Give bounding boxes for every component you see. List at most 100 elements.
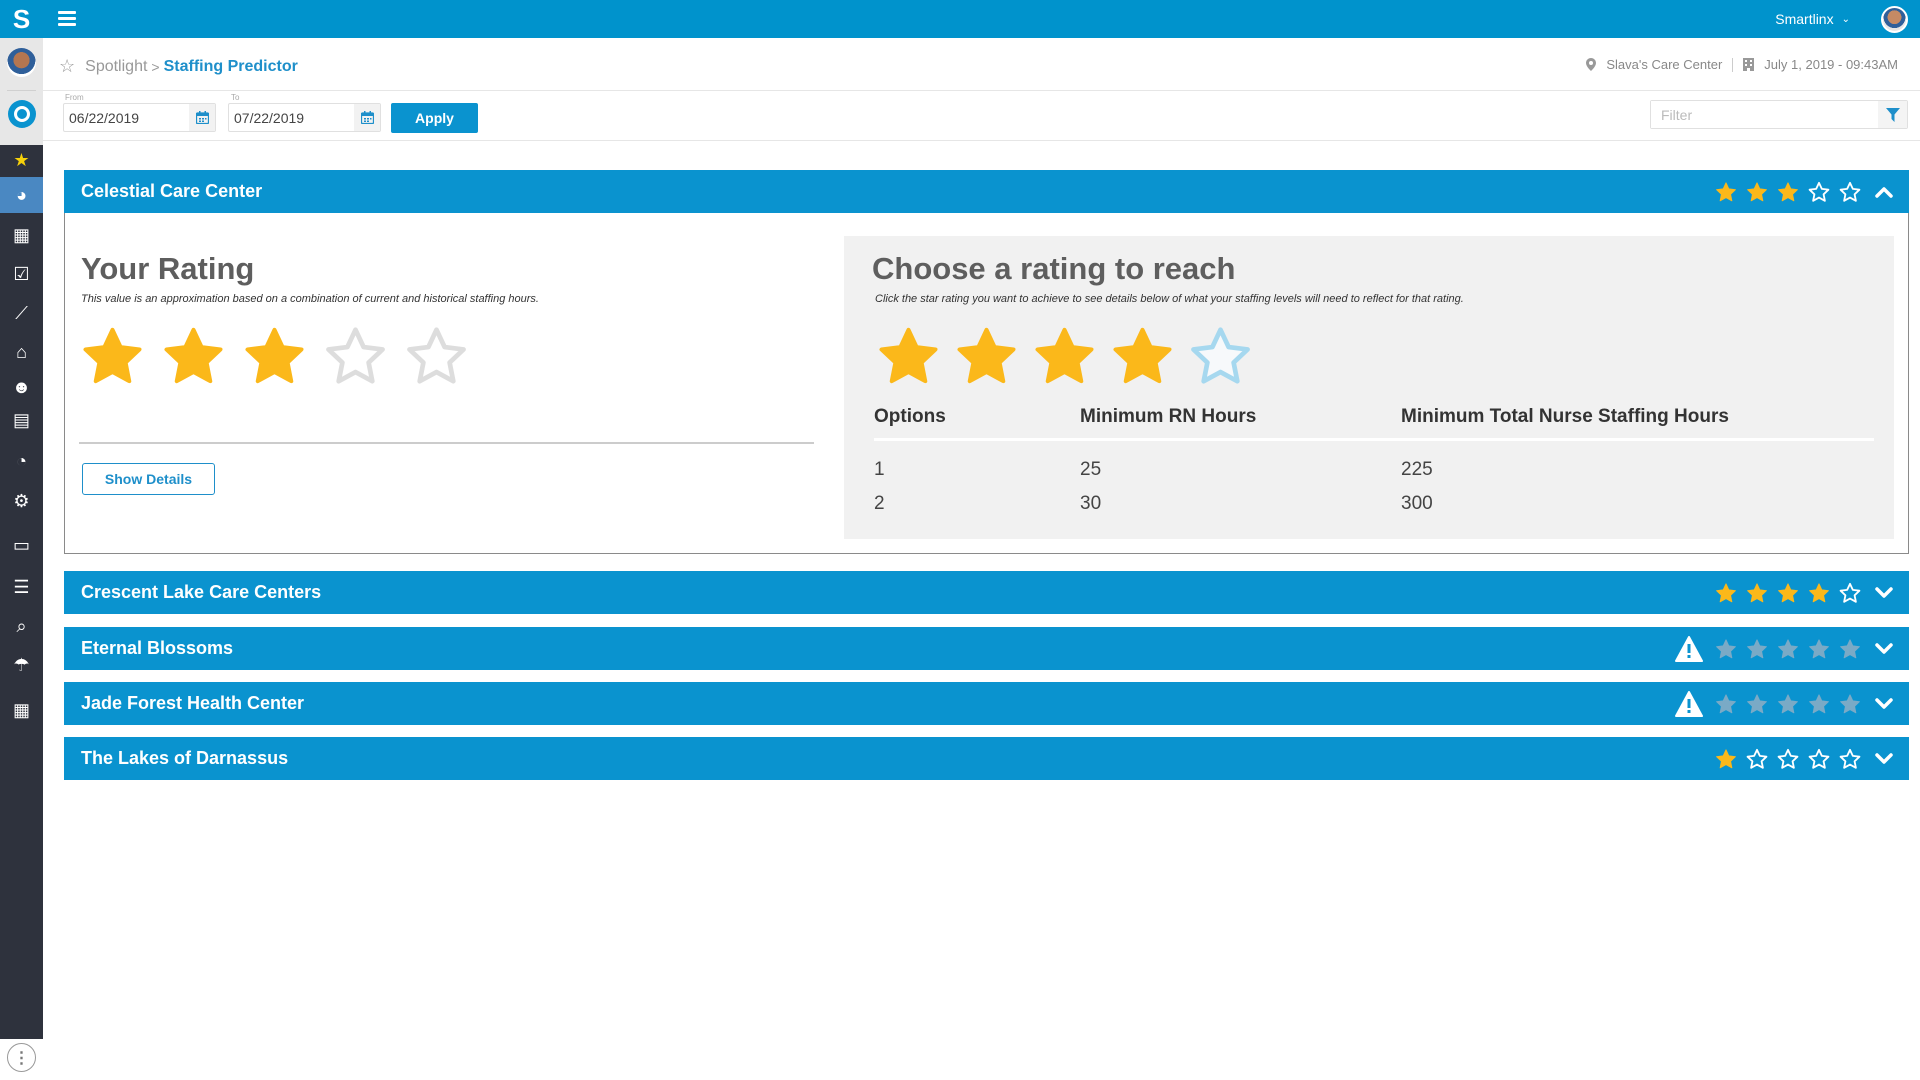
facility-panel-header[interactable]: Eternal Blossoms [64,627,1909,670]
sidebar-item-bank[interactable]: ⌂ [0,334,43,370]
app-logo[interactable]: S [0,0,43,38]
avatar[interactable] [1881,6,1908,33]
target-star-empty-icon[interactable] [1189,325,1252,387]
sidebar-item-grid[interactable]: ▦ [0,692,43,728]
facility-detail-panel: Your Rating This value is an approximati… [64,213,1909,554]
column-header: Minimum RN Hours [1080,406,1401,441]
apply-button[interactable]: Apply [391,103,478,133]
chevron-down-icon: ⌄ [1841,13,1850,25]
star-rating [1715,748,1861,770]
to-date-input[interactable] [229,104,354,131]
chevron-down-icon[interactable] [1869,744,1899,774]
facility-name: Celestial Care Center [81,181,263,201]
sidebar-item-settings[interactable]: ⚙ [0,483,43,519]
sidebar-item-id-card[interactable]: ▭ [0,527,43,563]
your-rating-title: Your Rating [81,251,255,286]
star-filled-icon [1716,748,1736,768]
star-filled-icon [1809,582,1829,602]
facility-panel-header[interactable]: Celestial Care Center [64,170,1909,213]
facility-rating-summary [1715,571,1899,614]
filter-funnel-icon[interactable] [1878,101,1907,128]
breadcrumb-bar: ☆ Spotlight > Staffing Predictor Slava's… [43,38,1920,91]
facility-name: Crescent Lake Care Centers [81,582,322,602]
sidebar-item-pie-chart[interactable]: ◕ [0,177,43,213]
warning-icon [1675,635,1703,662]
sidebar-item-users[interactable]: ☻ [0,369,43,405]
column-header: Minimum Total Nurse Staffing Hours [1401,406,1874,441]
star-disabled-icon [1747,693,1767,713]
settings-icon: ⚙ [13,490,30,511]
breadcrumb-parent[interactable]: Spotlight [85,58,147,76]
users-icon: ☻ [12,376,31,397]
location-name[interactable]: Slava's Care Center [1606,57,1722,72]
target-star-selected-icon[interactable] [877,325,940,387]
sidebar-avatar[interactable] [7,48,36,77]
grid-icon: ▦ [12,699,30,720]
star-disabled-icon [1840,693,1860,713]
search-user-icon: ⌕ [16,615,27,636]
star-disabled-icon [1778,693,1798,713]
favorite-star-icon[interactable]: ☆ [59,56,75,77]
line-chart-icon: ⟋ [15,302,28,323]
target-star-selected-icon[interactable] [955,325,1018,387]
filter-field[interactable] [1650,100,1908,129]
hamburger-menu-icon[interactable] [58,11,76,27]
facility-panel-header[interactable]: Jade Forest Health Center [64,682,1909,725]
context-info: Slava's Care Center July 1, 2019 - 09:43… [1586,57,1898,72]
sidebar-profile-area [0,38,43,145]
user-menu[interactable]: Smartlinx ⌄ [1775,0,1850,38]
filter-input[interactable] [1651,101,1878,128]
calendar-icon[interactable] [189,104,215,131]
calendar-icon[interactable] [354,104,380,131]
page-title: Staffing Predictor [163,57,298,75]
star-disabled-icon [1716,638,1736,658]
star-empty-icon [1746,748,1768,769]
facility-rating-summary [1675,627,1899,670]
target-rating-title: Choose a rating to reach [872,251,1236,286]
facility-panel-header[interactable]: The Lakes of Darnassus [64,737,1909,780]
sidebar-item-list[interactable]: ☰ [0,569,43,605]
sidebar-item-star[interactable]: ★ [0,142,43,178]
sidebar-item-badge[interactable]: ▤ [0,402,43,438]
star-filled-icon [1747,181,1767,201]
show-details-button[interactable]: Show Details [82,463,215,495]
id-card-icon: ▭ [12,534,30,555]
sidebar-item-umbrella[interactable]: ☂ [0,647,43,683]
facility-panel-header[interactable]: Crescent Lake Care Centers [64,571,1909,614]
star-filled-icon [245,327,304,384]
sidebar: ★ ◕ ▦ ☑ ⟋ ⌂ ☻ ▤ ◔ ⚙ ▭ ☰ ⌕ ☂ ▦ [0,38,43,1039]
star-rating [1715,693,1861,715]
to-date-field[interactable] [228,103,381,132]
sidebar-item-search-user[interactable]: ⌕ [0,608,43,644]
target-star-selected-icon[interactable] [1033,325,1096,387]
target-rating-stars [877,325,1464,387]
more-options-icon[interactable]: ⋮ [7,1043,36,1072]
from-date-input[interactable] [64,104,189,131]
star-empty-icon [1808,748,1830,769]
from-label: From [65,93,84,102]
star-disabled-icon [1840,638,1860,658]
breadcrumb-separator: > [151,58,160,75]
sidebar-item-report[interactable]: ◔ [0,443,43,479]
chevron-down-icon[interactable] [1869,634,1899,664]
star-filled-icon [1716,582,1736,602]
chevron-down-icon[interactable] [1869,689,1899,719]
chevron-up-icon[interactable] [1869,177,1899,207]
star-disabled-icon [1747,638,1767,658]
star-filled-icon [1747,582,1767,602]
sidebar-item-line-chart[interactable]: ⟋ [0,295,43,331]
sidebar-item-calendar[interactable]: ▦ [0,217,43,253]
star-empty-icon [1777,748,1799,769]
target-star-selected-icon[interactable] [1111,325,1174,387]
star-empty-icon [1839,181,1861,202]
star-filled-icon [1716,181,1736,201]
location-pin-icon[interactable] [8,100,36,128]
star-disabled-icon [1809,693,1829,713]
your-rating-stars [81,325,539,387]
sidebar-item-calendar-check[interactable]: ☑ [0,256,43,292]
chevron-down-icon[interactable] [1869,578,1899,608]
from-date-field[interactable] [63,103,216,132]
staffing-requirements-table: Options Minimum RN Hours Minimum Total N… [874,406,1874,515]
target-rating-subtitle: Click the star rating you want to achiev… [875,293,1464,305]
target-rating-section: Choose a rating to reach Click the star … [844,236,1894,539]
